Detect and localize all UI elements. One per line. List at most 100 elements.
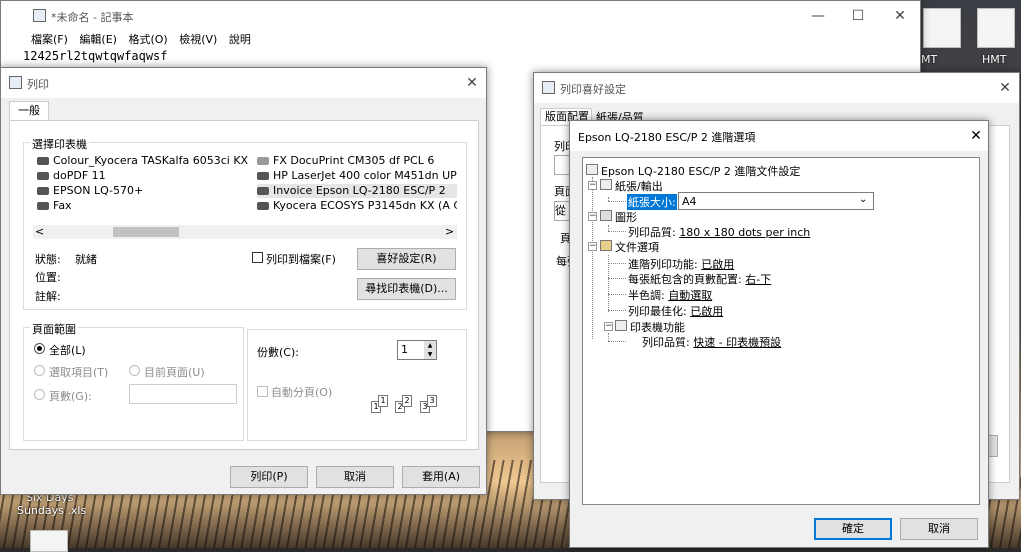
paper-size-label[interactable]: 紙張大小: bbox=[627, 194, 677, 210]
paper-size-dropdown[interactable]: A4 ⌄ bbox=[678, 192, 874, 210]
all-pages-label: 全部(L) bbox=[49, 344, 86, 357]
status-value: 就緒 bbox=[75, 253, 97, 266]
printer-doc-icon bbox=[586, 164, 598, 175]
pages-radio[interactable] bbox=[34, 389, 45, 400]
page-2-icon: 2 bbox=[402, 395, 412, 407]
preferences-button[interactable]: 喜好設定(R) bbox=[357, 248, 456, 270]
menu-format[interactable]: 格式(O) bbox=[128, 31, 167, 47]
find-printer-button[interactable]: 尋找印表機(D)... bbox=[357, 278, 456, 300]
printer-icon bbox=[37, 187, 49, 195]
comment-label: 註解: bbox=[35, 290, 61, 303]
cancel-button[interactable]: 取消 bbox=[316, 466, 394, 488]
minimize-icon[interactable]: — bbox=[807, 6, 829, 26]
printer-item[interactable]: doPDF 11 bbox=[37, 169, 106, 183]
printer-icon bbox=[257, 187, 269, 195]
printer-icon bbox=[37, 172, 49, 180]
desktop-file-icon[interactable] bbox=[977, 8, 1015, 48]
collapse-icon[interactable]: − bbox=[604, 322, 613, 331]
pages-input[interactable] bbox=[129, 384, 237, 404]
printer-icon bbox=[257, 202, 269, 210]
advanced-titlebar[interactable]: Epson LQ-2180 ESC/P 2 進階選項 ✕ bbox=[570, 121, 988, 151]
notepad-menubar: 檔案(F) 編輯(E) 格式(O) 檢視(V) 說明 bbox=[1, 31, 920, 49]
copies-label: 份數(C): bbox=[257, 346, 299, 359]
copies-stepper[interactable]: 1 ▲ ▼ bbox=[397, 340, 437, 360]
advanced-options-dialog: Epson LQ-2180 ESC/P 2 進階選項 ✕ Epson LQ-21… bbox=[569, 120, 989, 548]
desktop-file-icon[interactable] bbox=[923, 8, 961, 48]
all-pages-radio[interactable] bbox=[34, 343, 45, 354]
menu-edit[interactable]: 編輯(E) bbox=[79, 31, 117, 47]
printer-icon bbox=[9, 76, 22, 89]
printer-item[interactable]: HP LaserJet 400 color M451dn UPD P bbox=[257, 169, 457, 183]
tree-graphics[interactable]: 圖形 bbox=[615, 209, 637, 225]
print-to-file-checkbox[interactable] bbox=[252, 252, 263, 263]
pages-per-sheet-setting[interactable]: 每張紙包含的頁數配置: 右-下 bbox=[628, 271, 771, 287]
tree-root-label: Epson LQ-2180 ESC/P 2 進階文件設定 bbox=[601, 165, 801, 178]
fax-icon bbox=[37, 202, 49, 210]
ok-button[interactable]: 確定 bbox=[814, 518, 892, 540]
printer-item-selected[interactable]: Invoice Epson LQ-2180 ESC/P 2 bbox=[257, 184, 457, 198]
page-1-icon: 1 bbox=[378, 395, 388, 407]
printer-item[interactable]: Kyocera ECOSYS P3145dn KX (A Che bbox=[257, 199, 457, 213]
print-title: 列印 bbox=[27, 78, 49, 91]
maximize-icon[interactable]: ☐ bbox=[847, 6, 869, 26]
scroll-left-icon[interactable]: < bbox=[35, 225, 44, 238]
close-icon[interactable]: ✕ bbox=[965, 126, 987, 146]
halftone-setting[interactable]: 半色調: 自動選取 bbox=[628, 287, 712, 303]
tree-document-options[interactable]: 文件選項 bbox=[615, 239, 659, 255]
printer-quality-setting[interactable]: 列印品質: 快速 - 印表機預設 bbox=[642, 334, 781, 350]
selection-label: 選取項目(T) bbox=[49, 366, 109, 379]
printer-icon bbox=[542, 81, 555, 94]
scrollbar-thumb[interactable] bbox=[113, 227, 179, 237]
collate-label: 自動分頁(O) bbox=[271, 386, 333, 399]
close-icon[interactable]: ✕ bbox=[889, 6, 911, 26]
selection-radio[interactable] bbox=[34, 365, 45, 376]
page-range-label: 頁面範圍 bbox=[30, 321, 78, 337]
preferences-title: 列印喜好設定 bbox=[560, 83, 626, 96]
collate-checkbox[interactable] bbox=[257, 386, 268, 397]
menu-view[interactable]: 檢視(V) bbox=[179, 31, 217, 47]
menu-help[interactable]: 說明 bbox=[229, 31, 251, 47]
printer-item[interactable]: Colour_Kyocera TASKalfa 6053ci KX bbox=[37, 154, 248, 168]
collapse-icon[interactable]: − bbox=[588, 181, 597, 190]
document-options-icon bbox=[600, 240, 612, 251]
current-page-radio[interactable] bbox=[129, 365, 140, 376]
tree-printer-features[interactable]: 印表機功能 bbox=[630, 319, 685, 335]
tree-paper-output[interactable]: 紙張/輸出 bbox=[615, 178, 663, 194]
decrement-icon[interactable]: ▼ bbox=[424, 350, 436, 359]
print-optimize-setting[interactable]: 列印最佳化: 已啟用 bbox=[628, 303, 723, 319]
graphics-icon bbox=[600, 210, 612, 221]
print-button[interactable]: 列印(P) bbox=[230, 466, 308, 488]
paper-icon bbox=[600, 179, 612, 190]
current-page-label: 目前頁面(U) bbox=[144, 366, 205, 379]
close-icon[interactable]: ✕ bbox=[461, 73, 483, 93]
chevron-down-icon[interactable]: ⌄ bbox=[859, 194, 867, 205]
advanced-title: Epson LQ-2180 ESC/P 2 進階選項 bbox=[578, 131, 756, 144]
printer-item[interactable]: FX DocuPrint CM305 df PCL 6 bbox=[257, 154, 434, 168]
page-3-icon: 3 bbox=[427, 395, 437, 407]
desktop-file-label: Sundays .xls bbox=[17, 504, 87, 517]
collapse-icon[interactable]: − bbox=[588, 242, 597, 251]
printer-icon bbox=[37, 157, 49, 165]
preferences-titlebar[interactable]: 列印喜好設定 ✕ bbox=[534, 73, 1019, 103]
menu-file[interactable]: 檔案(F) bbox=[31, 31, 68, 47]
increment-icon[interactable]: ▲ bbox=[424, 341, 436, 350]
location-label: 位置: bbox=[35, 271, 61, 284]
cancel-button[interactable]: 取消 bbox=[900, 518, 978, 540]
select-printer-label: 選擇印表機 bbox=[30, 136, 89, 152]
printer-item[interactable]: EPSON LQ-570+ bbox=[37, 184, 143, 198]
print-titlebar[interactable]: 列印 ✕ bbox=[1, 68, 486, 98]
scroll-right-icon[interactable]: > bbox=[445, 225, 454, 238]
apply-button[interactable]: 套用(A) bbox=[402, 466, 480, 488]
notepad-titlebar[interactable]: *未命名 - 記事本 — ☐ ✕ bbox=[1, 1, 920, 31]
close-icon[interactable]: ✕ bbox=[994, 78, 1016, 98]
tab-general[interactable]: 一般 bbox=[9, 101, 49, 121]
printer-item[interactable]: Fax bbox=[37, 199, 72, 213]
notepad-text-area[interactable]: 12425rl2tqwtqwfaqwsf bbox=[23, 49, 168, 63]
advanced-print-setting[interactable]: 進階列印功能: 已啟用 bbox=[628, 256, 734, 272]
print-quality-setting[interactable]: 列印品質: 180 x 180 dots per inch bbox=[628, 224, 810, 240]
desktop-icon-label: MT bbox=[921, 53, 938, 66]
desktop-file-icon[interactable] bbox=[30, 530, 68, 552]
printer-icon bbox=[257, 157, 269, 165]
printer-list-scrollbar[interactable]: < > bbox=[33, 225, 457, 239]
collapse-icon[interactable]: − bbox=[588, 212, 597, 221]
